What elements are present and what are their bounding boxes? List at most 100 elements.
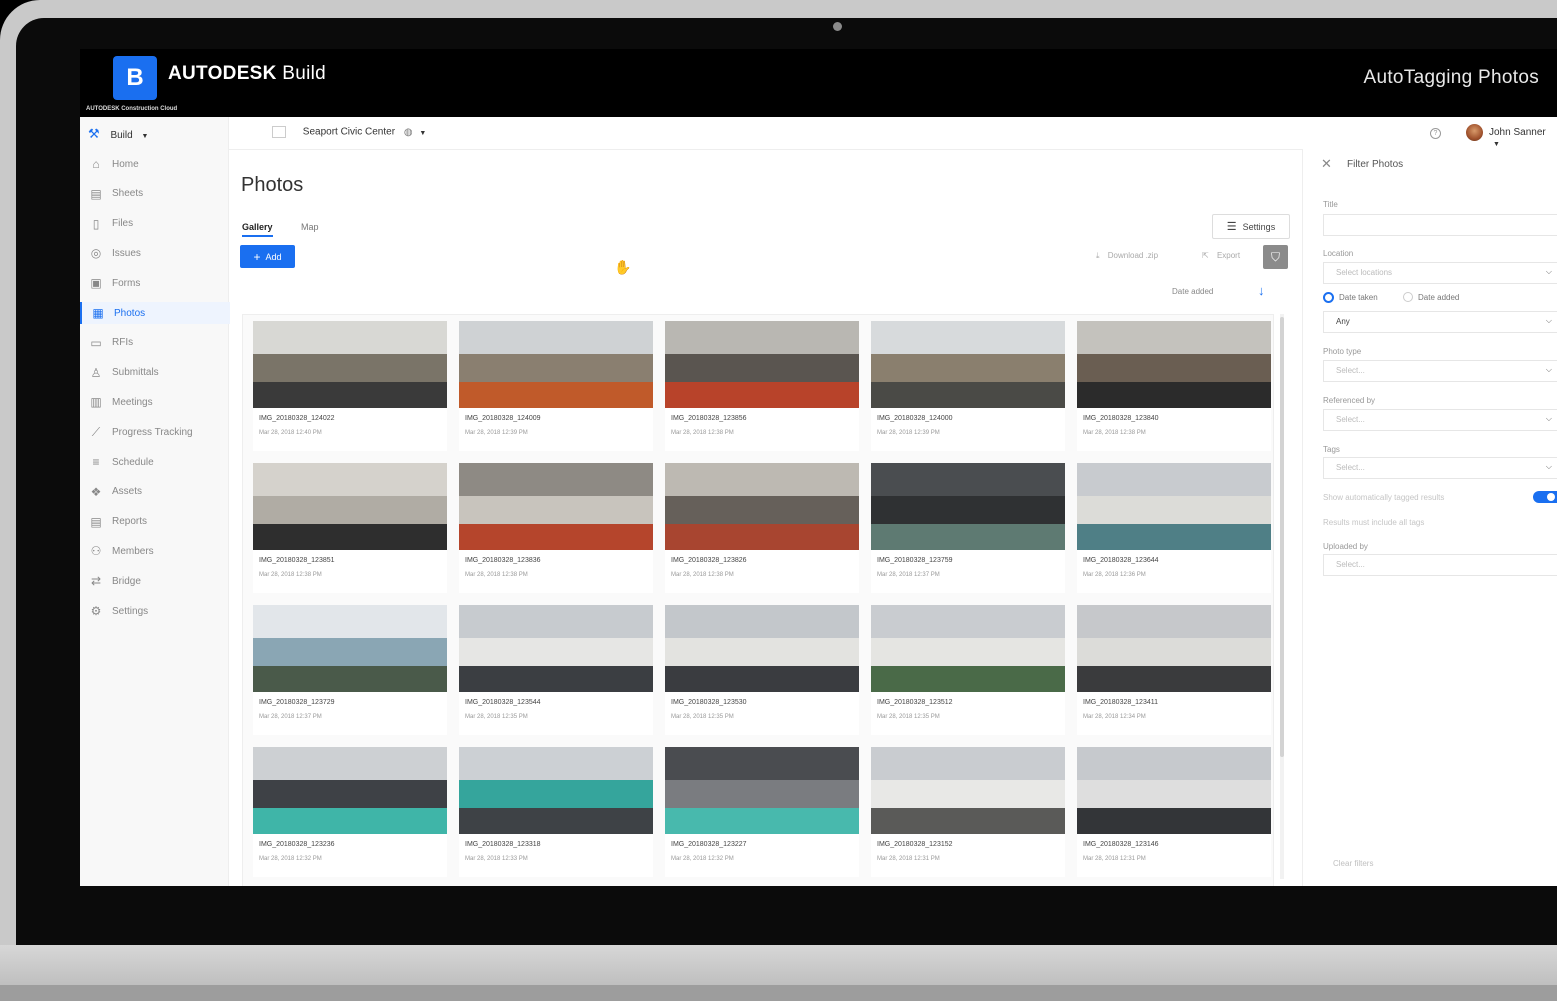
photo-thumbnail[interactable]	[871, 321, 1065, 408]
photo-thumbnail[interactable]	[253, 463, 447, 550]
photo-thumbnail[interactable]	[1077, 747, 1271, 834]
photo-thumbnail[interactable]	[665, 747, 859, 834]
date-range-select[interactable]: Any ⌵	[1323, 311, 1557, 333]
autodesk-build-logo-icon[interactable]: B	[113, 56, 157, 100]
brand-product: Build	[282, 63, 327, 84]
sidebar-item-settings[interactable]: ⚙ Settings	[88, 600, 228, 622]
photo-card[interactable]: IMG_20180328_123840 Mar 28, 2018 12:38 PM	[1077, 321, 1271, 451]
auto-tag-toggle[interactable]	[1533, 491, 1557, 503]
sidebar-item-meetings[interactable]: ▥ Meetings	[88, 391, 228, 413]
photo-card[interactable]: IMG_20180328_123318 Mar 28, 2018 12:33 PM	[459, 747, 653, 877]
user-menu[interactable]: John Sanner ▼	[1489, 127, 1557, 149]
filter-icon[interactable]: ⛉	[1263, 245, 1288, 269]
sidebar-item-label: Submittals	[112, 367, 159, 379]
photo-thumbnail[interactable]	[459, 321, 653, 408]
clear-filters-button[interactable]: Clear filters	[1333, 859, 1373, 868]
sort-arrow-down-icon[interactable]: ↓	[1258, 283, 1265, 298]
radio-date-added[interactable]: Date added	[1403, 292, 1459, 302]
project-selector[interactable]: Seaport Civic Center ◍ ▼	[272, 126, 426, 138]
sidebar-item-photos[interactable]: ▦ Photos	[80, 302, 230, 324]
photo-card[interactable]: IMG_20180328_124022 Mar 28, 2018 12:40 PM	[253, 321, 447, 451]
sidebar-item-bridge[interactable]: ⇄ Bridge	[88, 570, 228, 592]
sidebar-item-submittals[interactable]: ♙ Submittals	[88, 362, 228, 384]
download-zip-button[interactable]: ⤓ Download .zip	[1096, 251, 1158, 261]
sidebar-item-assets[interactable]: ❖ Assets	[88, 481, 228, 503]
photo-thumbnail[interactable]	[1077, 321, 1271, 408]
tab-gallery[interactable]: Gallery	[242, 222, 273, 237]
sidebar-item-forms[interactable]: ▣ Forms	[88, 272, 228, 294]
submittals-icon: ♙	[90, 365, 102, 380]
help-icon[interactable]: ?	[1430, 128, 1441, 139]
location-select[interactable]: Select locations ⌵	[1323, 262, 1557, 284]
photo-type-select[interactable]: Select... ⌵	[1323, 360, 1557, 382]
avatar[interactable]	[1466, 124, 1483, 141]
build-tool-icon: ⚒	[88, 126, 100, 141]
sidebar-item-home[interactable]: ⌂ Home	[88, 153, 228, 175]
photo-card[interactable]: IMG_20180328_123236 Mar 28, 2018 12:32 PM	[253, 747, 447, 877]
sidebar-item-sheets[interactable]: ▤ Sheets	[88, 183, 228, 205]
app-switcher[interactable]: ⚒ Build ▼	[88, 126, 148, 142]
sidebar-item-progress-tracking[interactable]: ⟋ Progress Tracking	[88, 421, 228, 443]
photo-card[interactable]: IMG_20180328_123512 Mar 28, 2018 12:35 PM	[871, 605, 1065, 735]
export-button[interactable]: ⇱ Export	[1202, 251, 1240, 260]
photo-card[interactable]: IMG_20180328_123146 Mar 28, 2018 12:31 PM	[1077, 747, 1271, 877]
sort-label[interactable]: Date added	[1172, 287, 1213, 296]
photo-card[interactable]: IMG_20180328_123644 Mar 28, 2018 12:36 PM	[1077, 463, 1271, 593]
photo-thumbnail[interactable]	[665, 321, 859, 408]
photo-card[interactable]: IMG_20180328_123836 Mar 28, 2018 12:38 PM	[459, 463, 653, 593]
photo-card[interactable]: IMG_20180328_123411 Mar 28, 2018 12:34 PM	[1077, 605, 1271, 735]
photo-thumbnail[interactable]	[253, 321, 447, 408]
photo-card[interactable]: IMG_20180328_124000 Mar 28, 2018 12:39 PM	[871, 321, 1065, 451]
sidebar-item-files[interactable]: ▯ Files	[88, 213, 228, 235]
radio-date-taken[interactable]: Date taken	[1323, 292, 1378, 303]
photo-thumbnail[interactable]	[253, 605, 447, 692]
photo-card[interactable]: IMG_20180328_123826 Mar 28, 2018 12:38 PM	[665, 463, 859, 593]
photo-name: IMG_20180328_123856	[671, 415, 747, 422]
photo-card[interactable]: IMG_20180328_124009 Mar 28, 2018 12:39 PM	[459, 321, 653, 451]
photo-thumbnail[interactable]	[459, 747, 653, 834]
tags-select[interactable]: Select... ⌵	[1323, 457, 1557, 479]
uploaded-placeholder: Select...	[1336, 560, 1365, 569]
photo-thumbnail[interactable]	[1077, 463, 1271, 550]
referenced-placeholder: Select...	[1336, 415, 1365, 424]
project-name: Seaport Civic Center	[302, 126, 396, 138]
sidebar-item-members[interactable]: ⚇ Members	[88, 540, 228, 562]
photo-thumbnail[interactable]	[871, 463, 1065, 550]
uploaded-by-select[interactable]: Select...	[1323, 554, 1557, 576]
close-icon[interactable]: ✕	[1321, 156, 1332, 172]
sidebar-item-rfis[interactable]: ▭ RFIs	[88, 332, 228, 354]
photo-card[interactable]: IMG_20180328_123729 Mar 28, 2018 12:37 PM	[253, 605, 447, 735]
sidebar-item-reports[interactable]: ▤ Reports	[88, 511, 228, 533]
photo-thumbnail[interactable]	[459, 463, 653, 550]
photo-thumbnail[interactable]	[871, 747, 1065, 834]
photo-card[interactable]: IMG_20180328_123851 Mar 28, 2018 12:38 PM	[253, 463, 447, 593]
sheets-icon: ▤	[90, 186, 102, 201]
add-button[interactable]: + Add	[240, 245, 295, 268]
tab-map[interactable]: Map	[301, 222, 319, 232]
photo-card[interactable]: IMG_20180328_123227 Mar 28, 2018 12:32 PM	[665, 747, 859, 877]
photo-date: Mar 28, 2018 12:40 PM	[259, 430, 322, 436]
settings-button[interactable]: ☰ Settings	[1212, 214, 1290, 239]
photo-thumbnail[interactable]	[1077, 605, 1271, 692]
chevron-down-icon: ⌵	[1545, 414, 1552, 423]
sidebar-item-schedule[interactable]: ≡ Schedule	[88, 451, 228, 473]
scrollbar-thumb[interactable]	[1280, 317, 1284, 757]
photo-card[interactable]: IMG_20180328_123152 Mar 28, 2018 12:31 PM	[871, 747, 1065, 877]
photo-name: IMG_20180328_123512	[877, 699, 953, 706]
sidebar-item-issues[interactable]: ◎ Issues	[88, 242, 228, 264]
photo-thumbnail[interactable]	[253, 747, 447, 834]
photo-thumbnail[interactable]	[459, 605, 653, 692]
photo-card[interactable]: IMG_20180328_123530 Mar 28, 2018 12:35 PM	[665, 605, 859, 735]
photo-card[interactable]: IMG_20180328_123544 Mar 28, 2018 12:35 PM	[459, 605, 653, 735]
title-filter-input[interactable]	[1323, 214, 1557, 236]
photo-thumbnail[interactable]	[871, 605, 1065, 692]
photo-card[interactable]: IMG_20180328_123856 Mar 28, 2018 12:38 PM	[665, 321, 859, 451]
referenced-by-select[interactable]: Select... ⌵	[1323, 409, 1557, 431]
photo-name: IMG_20180328_123729	[259, 699, 335, 706]
photo-name: IMG_20180328_124022	[259, 415, 335, 422]
photo-card[interactable]: IMG_20180328_123759 Mar 28, 2018 12:37 PM	[871, 463, 1065, 593]
photo-thumbnail[interactable]	[665, 463, 859, 550]
photo-name: IMG_20180328_123826	[671, 557, 747, 564]
settings-label: Settings	[1242, 221, 1276, 232]
photo-thumbnail[interactable]	[665, 605, 859, 692]
